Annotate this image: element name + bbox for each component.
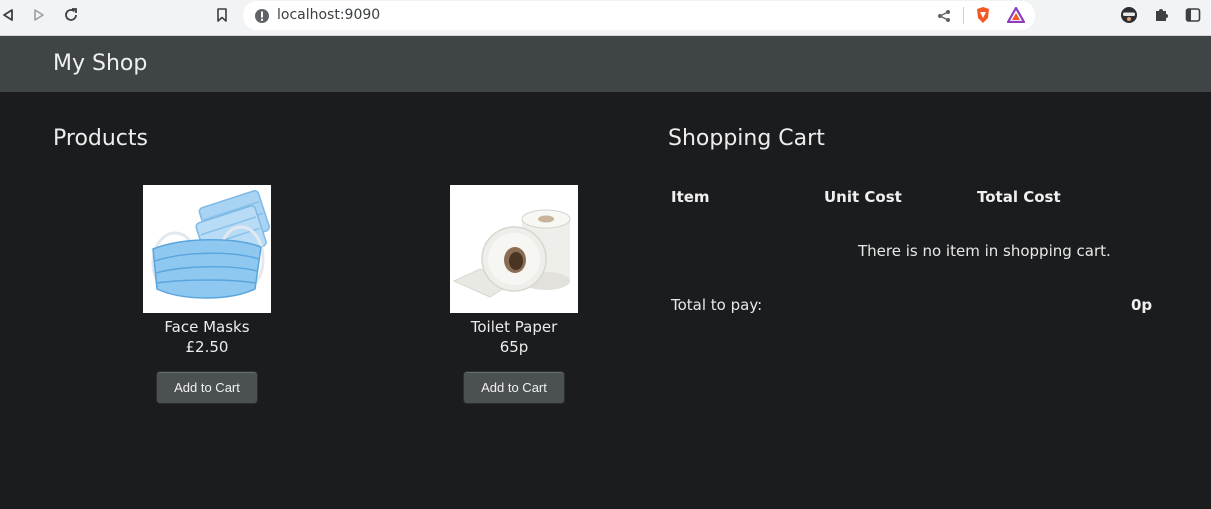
cart-column-unit-cost: Unit Cost <box>824 188 902 206</box>
shopping-cart-heading: Shopping Cart <box>668 126 825 151</box>
sidebar-toggle-icon[interactable] <box>1184 6 1202 24</box>
bookmark-icon[interactable] <box>209 0 235 30</box>
product-name: Face Masks <box>164 318 250 336</box>
cart-column-item: Item <box>671 188 710 206</box>
cart-empty-message: There is no item in shopping cart. <box>858 242 1111 260</box>
extensions-puzzle-icon[interactable] <box>1152 6 1170 24</box>
address-divider <box>963 7 964 24</box>
browser-toolbar: localhost:9090 <box>0 0 1211 36</box>
brand-title[interactable]: My Shop <box>53 51 147 76</box>
brave-shield-icon[interactable] <box>974 6 992 24</box>
share-icon[interactable] <box>935 7 952 24</box>
cart-column-total-cost: Total Cost <box>977 188 1061 206</box>
back-icon[interactable] <box>0 0 21 30</box>
extension-avatar-icon[interactable] <box>1120 6 1138 24</box>
reload-icon[interactable] <box>58 0 84 30</box>
total-value: 0p <box>1131 296 1153 314</box>
forward-icon[interactable] <box>26 0 52 30</box>
product-card-face-masks: Face Masks £2.50 Add to Cart <box>107 185 307 404</box>
toilet-paper-image <box>450 185 578 313</box>
address-bar[interactable]: localhost:9090 <box>243 1 1035 30</box>
url-text: localhost:9090 <box>277 7 381 23</box>
products-heading: Products <box>53 126 148 151</box>
face-masks-image <box>143 185 271 313</box>
site-info-icon[interactable] <box>253 7 270 24</box>
app-navbar: My Shop <box>0 36 1211 92</box>
add-to-cart-button-face-masks[interactable]: Add to Cart <box>156 371 258 404</box>
brave-rewards-icon[interactable] <box>1007 6 1025 24</box>
add-to-cart-button-toilet-paper[interactable]: Add to Cart <box>463 371 565 404</box>
product-name: Toilet Paper <box>470 318 558 336</box>
product-card-toilet-paper: Toilet Paper 65p Add to Cart <box>414 185 614 404</box>
total-label: Total to pay: <box>671 296 763 314</box>
product-price: 65p <box>499 338 529 356</box>
product-price: £2.50 <box>185 338 229 356</box>
